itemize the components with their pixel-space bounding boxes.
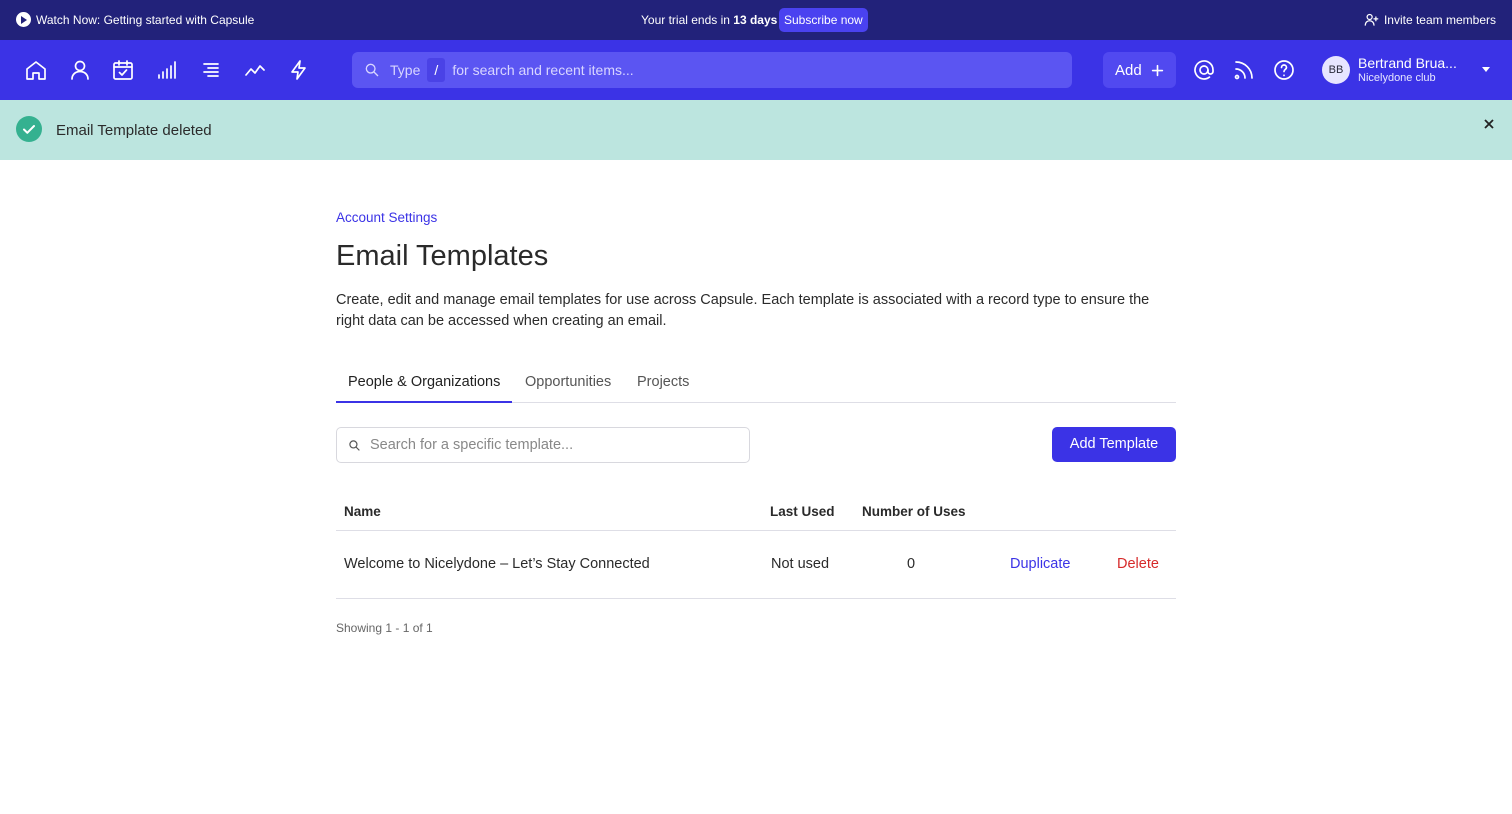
watch-now-link[interactable]: Watch Now: Getting started with Capsule bbox=[16, 12, 254, 27]
invite-team-link[interactable]: Invite team members bbox=[1364, 12, 1496, 27]
template-name: Welcome to Nicelydone – Let’s Stay Conne… bbox=[344, 556, 650, 572]
success-notification: Email Template deleted bbox=[0, 100, 1512, 160]
page-description: Create, edit and manage email templates … bbox=[336, 292, 1150, 329]
tab-people-organizations[interactable]: People & Organizations bbox=[336, 362, 513, 403]
watch-now-label: Watch Now: Getting started with Capsule bbox=[36, 12, 255, 27]
add-button[interactable]: Add bbox=[1103, 52, 1176, 88]
play-icon bbox=[16, 12, 31, 27]
check-circle-icon bbox=[16, 116, 42, 142]
list-icon[interactable] bbox=[199, 58, 223, 82]
table-row: Welcome to Nicelydone – Let’s Stay Conne… bbox=[336, 531, 1176, 599]
column-name: Name bbox=[344, 504, 381, 519]
record-type-tabs: People & Organizations Opportunities Pro… bbox=[336, 362, 1176, 403]
add-label: Add bbox=[1115, 61, 1142, 79]
notification-message: Email Template deleted bbox=[56, 122, 212, 139]
page-title: Email Templates bbox=[336, 240, 549, 272]
add-template-button[interactable]: Add Template bbox=[1052, 427, 1176, 462]
at-sign-icon[interactable] bbox=[1192, 58, 1216, 82]
user-name: Bertrand Brua... bbox=[1358, 55, 1457, 71]
breadcrumb[interactable]: Account Settings bbox=[336, 210, 437, 225]
rss-icon[interactable] bbox=[1232, 58, 1256, 82]
delete-button[interactable]: Delete bbox=[1117, 556, 1159, 572]
user-menu[interactable]: BB Bertrand Brua... Nicelydone club bbox=[1322, 52, 1498, 88]
tab-projects[interactable]: Projects bbox=[625, 362, 701, 403]
calendar-check-icon[interactable] bbox=[111, 58, 135, 82]
bar-chart-icon[interactable] bbox=[155, 58, 179, 82]
global-search[interactable]: Type / for search and recent items... bbox=[352, 52, 1072, 88]
template-search-input[interactable]: Search for a specific template... bbox=[336, 427, 750, 463]
tab-opportunities[interactable]: Opportunities bbox=[513, 362, 623, 403]
chevron-down-icon bbox=[1482, 67, 1490, 72]
template-last-used: Not used bbox=[771, 556, 830, 572]
trial-notice: Your trial ends in 13 days bbox=[641, 13, 777, 27]
person-icon[interactable] bbox=[68, 58, 92, 82]
trial-days: 13 days bbox=[733, 13, 778, 27]
duplicate-button[interactable]: Duplicate bbox=[1010, 556, 1070, 572]
search-suffix: for search and recent items... bbox=[452, 62, 634, 78]
trend-line-icon[interactable] bbox=[243, 58, 267, 82]
close-icon[interactable] bbox=[1481, 116, 1497, 132]
template-search-placeholder: Search for a specific template... bbox=[370, 437, 574, 453]
add-user-icon bbox=[1364, 13, 1379, 26]
promo-bar: Watch Now: Getting started with Capsule … bbox=[0, 0, 1512, 40]
help-icon[interactable] bbox=[1272, 58, 1296, 82]
table-header: Name Last Used Number of Uses bbox=[336, 494, 1176, 531]
search-prefix: Type bbox=[390, 62, 421, 78]
trial-prefix: Your trial ends in bbox=[641, 13, 730, 27]
search-shortcut-key: / bbox=[427, 58, 446, 82]
search-icon bbox=[365, 63, 379, 77]
invite-label: Invite team members bbox=[1383, 12, 1496, 27]
subscribe-button[interactable]: Subscribe now bbox=[779, 8, 868, 32]
main-nav: Type / for search and recent items... Ad… bbox=[0, 40, 1512, 100]
avatar: BB bbox=[1322, 56, 1350, 84]
search-icon bbox=[349, 439, 360, 451]
lightning-icon[interactable] bbox=[287, 58, 311, 82]
column-last-used: Last Used bbox=[770, 504, 835, 519]
plus-icon bbox=[1151, 64, 1163, 76]
home-icon[interactable] bbox=[24, 58, 48, 82]
user-org: Nicelydone club bbox=[1358, 72, 1436, 84]
pagination-status: Showing 1 - 1 of 1 bbox=[336, 621, 433, 635]
column-number-of-uses: Number of Uses bbox=[862, 504, 966, 519]
template-uses: 0 bbox=[907, 556, 916, 572]
